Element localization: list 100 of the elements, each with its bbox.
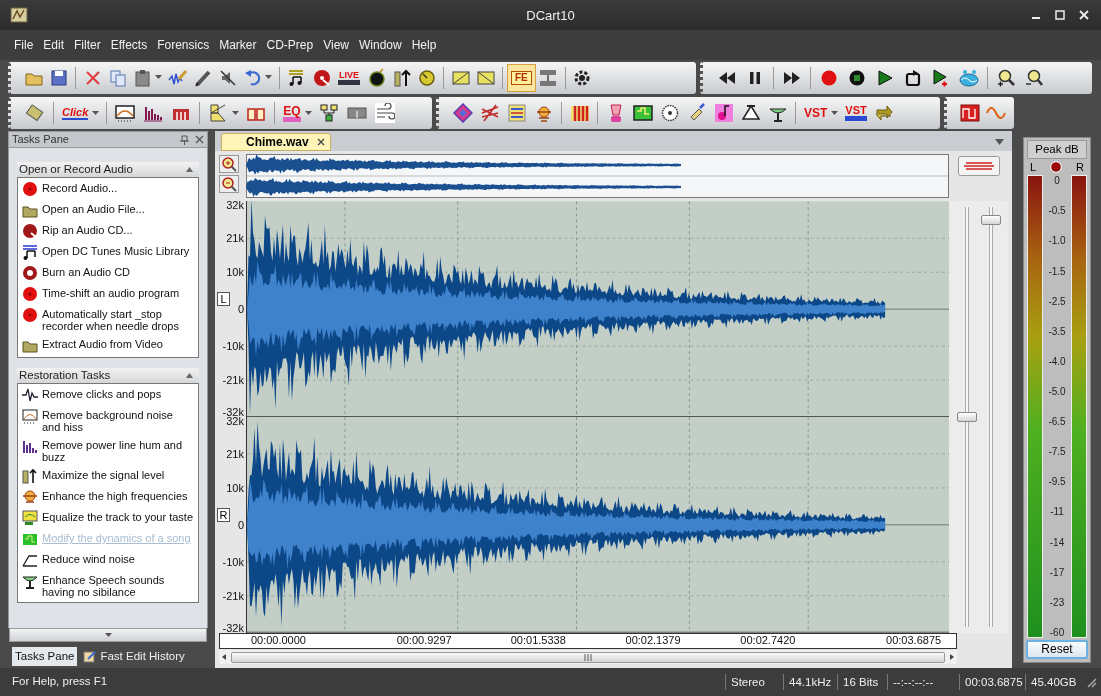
menu-item[interactable]: Help <box>407 36 441 54</box>
maximize-icon[interactable] <box>1055 10 1065 20</box>
task-link[interactable]: Rip an Audio CD... <box>42 224 133 236</box>
menu-item[interactable]: Edit <box>39 36 69 54</box>
horizontal-scrollbar[interactable] <box>219 650 957 664</box>
zoom-out-icon[interactable] <box>1024 67 1044 88</box>
slider-thumb[interactable] <box>980 215 1001 226</box>
slider-thumb[interactable] <box>956 412 977 422</box>
wave-cloud-icon[interactable] <box>959 67 979 88</box>
music-notes-icon[interactable] <box>22 244 38 260</box>
disc-icon[interactable] <box>311 67 332 88</box>
wind-icon[interactable] <box>374 103 395 123</box>
network-icon[interactable] <box>318 103 339 123</box>
section-header[interactable]: Open or Record Audio <box>17 162 199 177</box>
level-arrow-icon[interactable] <box>391 67 412 88</box>
antenna-icon[interactable] <box>22 573 38 589</box>
waveform-button-icon[interactable] <box>957 156 1000 176</box>
disc-icon[interactable] <box>22 223 38 239</box>
muted-speaker-icon[interactable] <box>217 67 238 88</box>
bar-graph-icon[interactable] <box>22 438 38 454</box>
task-link[interactable]: Record Audio... <box>42 182 118 194</box>
menu-item[interactable]: File <box>10 36 38 54</box>
collapse-icon[interactable] <box>186 373 193 378</box>
eq-button[interactable]: EQ <box>279 99 305 127</box>
floppy-icon[interactable] <box>48 67 69 88</box>
task-link[interactable]: Remove background noise and hiss <box>42 409 194 433</box>
channel-button[interactable]: L <box>217 291 230 306</box>
scroll-down-button[interactable] <box>9 628 207 642</box>
bomb-icon[interactable] <box>366 67 387 88</box>
menu-item[interactable]: Marker <box>215 36 261 54</box>
fe-button[interactable]: FE <box>507 63 536 92</box>
menu-item[interactable]: CD-Prep <box>262 36 318 54</box>
caret-icon[interactable] <box>831 110 839 116</box>
channel-button[interactable]: R <box>217 507 230 522</box>
record-icon[interactable] <box>22 286 38 302</box>
stripes-icon[interactable] <box>569 103 590 123</box>
menu-item[interactable]: View <box>319 36 353 54</box>
caret-icon[interactable] <box>232 110 240 116</box>
pane-tab[interactable]: Tasks Pane <box>12 647 78 666</box>
task-link[interactable]: Remove power line hum and buzz <box>42 439 194 463</box>
task-link[interactable]: Automatically start _stop recorder when needle drops <box>42 308 194 332</box>
swap-arrows-icon[interactable] <box>874 103 895 123</box>
task-link[interactable]: Remove clicks and pops <box>42 388 162 400</box>
reset-button[interactable]: Reset <box>1026 640 1088 659</box>
task-link[interactable]: Time-shift an audio program <box>42 287 180 299</box>
pin-icon[interactable] <box>180 134 189 145</box>
pane-tab[interactable]: Fast Edit History <box>80 647 188 666</box>
gauge-icon[interactable] <box>416 67 437 88</box>
scrollbar-thumb[interactable] <box>231 651 945 663</box>
crossed-lines-icon[interactable] <box>479 103 500 123</box>
caret-icon[interactable] <box>155 75 162 80</box>
waveform-icon[interactable] <box>22 387 38 403</box>
peak-indicator-icon[interactable] <box>1050 161 1063 174</box>
task-link[interactable]: Open an Audio File... <box>42 203 145 215</box>
ramp-icon[interactable] <box>22 552 38 568</box>
menu-item[interactable]: Forensics <box>153 36 214 54</box>
play-icon[interactable] <box>875 67 895 88</box>
task-link[interactable]: Enhance Speech sounds having no sibilance <box>42 574 194 598</box>
zoom-in-icon[interactable] <box>996 67 1016 88</box>
click-button[interactable]: Click <box>58 99 93 127</box>
menu-item[interactable]: Effects <box>106 36 152 54</box>
collapse-icon[interactable] <box>186 167 193 172</box>
record-icon[interactable] <box>22 181 38 197</box>
task-link[interactable]: Reduce wind noise <box>42 553 135 565</box>
level-arrow-icon[interactable] <box>22 468 38 484</box>
chart-icon[interactable] <box>632 103 653 123</box>
menu-item[interactable]: Filter <box>70 36 105 54</box>
task-link[interactable]: Enhance the high frequencies <box>42 490 188 502</box>
fade-icon[interactable] <box>208 103 229 123</box>
pyramid-icon[interactable] <box>740 103 761 123</box>
music-note-icon[interactable] <box>713 103 734 123</box>
vst-button[interactable]: VST <box>841 99 871 127</box>
dial-icon[interactable] <box>659 103 680 123</box>
spectrum-icon[interactable] <box>115 103 136 123</box>
square-wave-icon[interactable] <box>960 103 980 123</box>
record-icon[interactable] <box>22 307 38 323</box>
caret-icon[interactable] <box>92 110 100 116</box>
zoom-out-icon[interactable] <box>219 175 239 193</box>
live-button[interactable]: LIVE <box>334 63 364 92</box>
diamond-icon[interactable] <box>452 103 473 123</box>
caret-icon[interactable] <box>265 75 272 80</box>
caret-icon[interactable] <box>304 110 312 116</box>
document-tab[interactable]: Chime.wav <box>221 133 331 151</box>
clipboard-icon[interactable] <box>132 67 153 88</box>
zoom-in-icon[interactable] <box>219 155 239 173</box>
loop-icon[interactable] <box>903 67 923 88</box>
task-link[interactable]: Extract Audio from Video <box>42 338 163 350</box>
task-link[interactable]: Open DC Tunes Music Library <box>42 245 190 257</box>
task-link[interactable]: Burn an Audio CD <box>42 266 131 278</box>
task-link[interactable]: Equalize the track to your taste <box>42 511 194 523</box>
split-icon[interactable] <box>538 67 559 88</box>
close-icon[interactable] <box>317 138 325 146</box>
cd-icon[interactable] <box>22 265 38 281</box>
section-header[interactable]: Restoration Tasks <box>17 368 199 383</box>
task-link[interactable]: Maximize the signal level <box>42 469 165 481</box>
equalizer-icon[interactable] <box>22 510 38 526</box>
menu-item[interactable]: Window <box>355 36 406 54</box>
waveform-overview[interactable] <box>246 154 949 198</box>
caret-icon[interactable] <box>995 139 1004 145</box>
vst-button[interactable]: VST <box>800 99 832 127</box>
